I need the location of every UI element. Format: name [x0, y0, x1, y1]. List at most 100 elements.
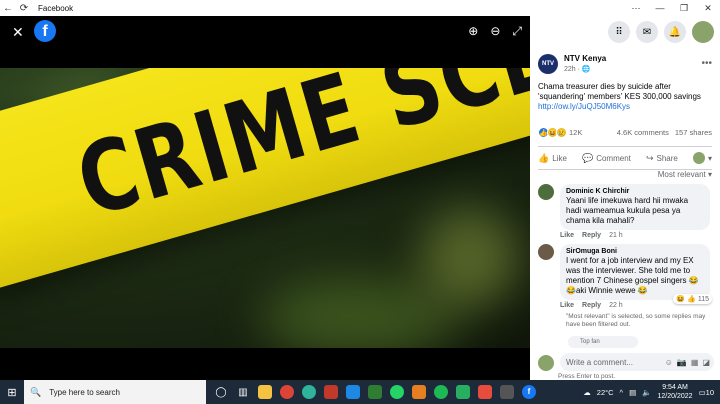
comment-actions: Like Reply 22 h — [560, 302, 623, 309]
share-button[interactable]: ↪ Share — [646, 153, 678, 164]
comment-actions: Like Reply 21 h — [560, 232, 623, 239]
spotify-icon[interactable] — [430, 380, 452, 404]
volume-icon[interactable]: 🔈 — [642, 388, 651, 397]
edge-icon[interactable] — [298, 380, 320, 404]
avatar[interactable] — [538, 184, 554, 200]
task-switch-icon[interactable]: ▥ — [232, 380, 254, 404]
post-photo: CRIME SCENE DO — [0, 68, 530, 348]
post-link[interactable]: http://ow.ly/JuQJ50M6Kys — [538, 102, 630, 111]
comment-reply-button[interactable]: Reply — [582, 232, 601, 239]
back-arrow-icon[interactable]: ← — [0, 3, 16, 14]
app-icon[interactable] — [474, 380, 496, 404]
sort-dropdown[interactable]: Most relevant ▾ — [658, 170, 712, 179]
sad-reaction-icon: 😢 — [556, 127, 567, 138]
share-icon: ↪ — [645, 152, 654, 163]
window-controls: ⋯ — ❐ ✕ — [624, 3, 720, 14]
reaction-count[interactable]: 12K — [569, 128, 582, 137]
top-fan-badge: Top fan — [568, 336, 638, 348]
avatar — [538, 355, 554, 371]
clock[interactable]: 9:54 AM 12/20/2022 — [658, 383, 693, 401]
comment-icon: 💬 — [581, 152, 594, 163]
comment-input[interactable]: Write a comment... ☺ 📷 ▦ ◪ — [560, 353, 714, 371]
app-icon[interactable] — [452, 380, 474, 404]
chevron-down-icon: ▾ — [707, 153, 712, 163]
gif-icon[interactable]: ▦ — [691, 358, 699, 367]
app-icon[interactable] — [496, 380, 518, 404]
notifications-icon[interactable]: 🔔 — [664, 21, 686, 43]
network-icon[interactable]: ▤ — [629, 388, 636, 397]
thumbs-up-icon: 👍 — [538, 152, 550, 163]
post-actions: 👍 Like 💬 Comment ↪ Share ▾ — [538, 149, 712, 167]
viewer-toolbar: ⊕ ⊖ ⤢ — [468, 24, 522, 39]
weather-icon[interactable]: ☁ — [583, 388, 591, 397]
like-button[interactable]: 👍 Like — [538, 153, 567, 164]
fullscreen-icon[interactable]: ⤢ — [512, 24, 522, 39]
enter-hint: Press Enter to post. — [558, 373, 616, 380]
search-icon: 🔍 — [30, 386, 42, 397]
whatsapp-icon[interactable] — [386, 380, 408, 404]
system-tray: ☁ 22°C ^ ▤ 🔈 9:54 AM 12/20/2022 ▭10 — [583, 383, 720, 401]
camera-icon[interactable]: 📷 — [677, 358, 687, 367]
chrome-icon[interactable] — [276, 380, 298, 404]
profile-avatar[interactable] — [692, 21, 714, 43]
taskbar: ⊞ 🔍 Type here to search ◯ ▥ f ☁ 22°C ^ ▤… — [0, 380, 720, 404]
post-panel: ⠿ ✉ 🔔 NTV NTV Kenya 22h · 🌐 ••• Chama tr… — [530, 16, 720, 380]
chevron-up-icon[interactable]: ^ — [620, 388, 624, 397]
filter-note: "Most relevant" is selected, so some rep… — [566, 313, 706, 328]
vscode-icon[interactable] — [342, 380, 364, 404]
comment-bubble: Dominic K Chirchir Yaani life imekuwa ha… — [560, 184, 710, 230]
page-name[interactable]: NTV Kenya — [564, 54, 606, 63]
photo-viewer: ✕ f ⊕ ⊖ ⤢ CRIME SCENE DO — [0, 16, 530, 380]
close-window-button[interactable]: ✕ — [696, 3, 720, 14]
app-icon[interactable] — [364, 380, 386, 404]
top-icons: ⠿ ✉ 🔔 — [530, 16, 720, 48]
reaction-profile-selector[interactable]: ▾ — [692, 152, 712, 164]
facebook-taskbar-icon[interactable]: f — [518, 380, 540, 404]
restore-button[interactable]: ❐ — [672, 3, 696, 14]
weather-temp[interactable]: 22°C — [597, 388, 614, 397]
notification-icon[interactable]: ▭10 — [699, 388, 714, 397]
post-options-icon[interactable]: ••• — [701, 58, 712, 69]
reaction-icons[interactable]: 👍 😆 😢 — [538, 127, 567, 138]
comment-reply-button[interactable]: Reply — [582, 302, 601, 309]
comment-button[interactable]: 💬 Comment — [582, 153, 631, 164]
window-title: Facebook — [38, 3, 74, 13]
task-view-icon[interactable]: ◯ — [210, 380, 232, 404]
messenger-icon[interactable]: ✉ — [636, 21, 658, 43]
comment-like-button[interactable]: Like — [560, 232, 574, 239]
app-icon[interactable] — [408, 380, 430, 404]
comment-time[interactable]: 22 h — [609, 302, 623, 309]
menu-grid-icon[interactable]: ⠿ — [608, 21, 630, 43]
page-avatar[interactable]: NTV — [538, 54, 558, 74]
emoji-icon[interactable]: ☺ — [665, 358, 673, 367]
close-icon[interactable]: ✕ — [12, 24, 24, 41]
minimize-button[interactable]: — — [648, 3, 672, 14]
more-options-icon[interactable]: ⋯ — [624, 3, 648, 14]
comment-like-button[interactable]: Like — [560, 302, 574, 309]
comment-text: Yaani life imekuwa hard hii mwaka hadi w… — [566, 196, 689, 225]
commenter-name[interactable]: Dominic K Chirchir — [566, 188, 704, 195]
comment-composer: Write a comment... ☺ 📷 ▦ ◪ — [538, 353, 714, 371]
comments-count[interactable]: 4.6K comments — [617, 128, 669, 137]
avatar[interactable] — [538, 244, 554, 260]
file-explorer-icon[interactable] — [254, 380, 276, 404]
globe-icon: 🌐 — [581, 66, 591, 73]
post-time[interactable]: 22h · 🌐 — [564, 65, 606, 73]
divider — [538, 146, 712, 147]
shares-count[interactable]: 157 shares — [675, 128, 712, 137]
taskbar-search[interactable]: 🔍 Type here to search — [24, 380, 206, 404]
zoom-in-icon[interactable]: ⊕ — [468, 24, 478, 39]
comment-time[interactable]: 21 h — [609, 232, 623, 239]
like-reaction-icon: 👍 — [687, 296, 696, 303]
sticker-icon[interactable]: ◪ — [702, 358, 710, 367]
post-stats: 👍 😆 😢 12K 4.6K comments 157 shares — [538, 127, 712, 138]
post-header: NTV NTV Kenya 22h · 🌐 — [538, 54, 606, 74]
zoom-out-icon[interactable]: ⊖ — [490, 24, 500, 39]
comment-text: I went for a job interview and my EX was… — [566, 256, 699, 295]
comment-reactions[interactable]: 😆 👍 115 — [673, 294, 712, 304]
reload-icon[interactable]: ⟳ — [16, 3, 32, 14]
commenter-name[interactable]: SirOmuga Boni — [566, 248, 704, 255]
app-icon[interactable] — [320, 380, 342, 404]
windows-start-icon[interactable]: ⊞ — [0, 380, 24, 404]
facebook-logo-icon[interactable]: f — [34, 20, 56, 42]
